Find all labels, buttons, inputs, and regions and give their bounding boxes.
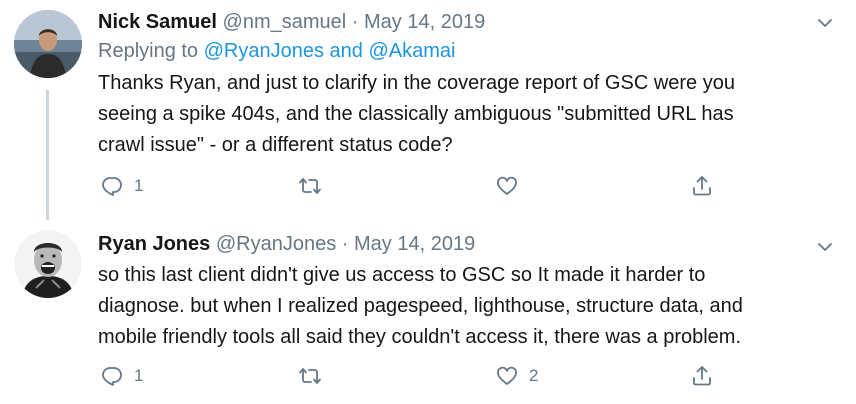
- replying-and: and: [324, 40, 369, 62]
- reply-count: 1: [134, 366, 144, 385]
- heart-icon: [497, 176, 517, 195]
- tweet-actions: 1: [98, 172, 738, 200]
- display-name[interactable]: Ryan Jones: [98, 233, 210, 255]
- tweet-header: Ryan Jones @RyanJones · May 14, 2019: [98, 230, 836, 258]
- replying-to: Replying to @RyanJones and @Akamai: [98, 36, 836, 66]
- like-count: 2: [529, 366, 539, 385]
- tweet-header: Nick Samuel @nm_samuel · May 14, 2019: [98, 8, 836, 36]
- user-handle[interactable]: @nm_samuel: [223, 11, 347, 33]
- reply-button[interactable]: 1: [100, 172, 143, 200]
- share-button[interactable]: [690, 172, 714, 200]
- tweet-date[interactable]: May 14, 2019: [354, 233, 475, 255]
- reply-icon: [102, 177, 122, 196]
- retweet-button[interactable]: [298, 172, 332, 200]
- reply-button[interactable]: 1: [100, 362, 143, 390]
- chevron-down-icon[interactable]: [816, 14, 834, 32]
- avatar[interactable]: [14, 230, 82, 298]
- tweet-date[interactable]: May 14, 2019: [364, 11, 485, 33]
- heart-icon: [497, 366, 517, 385]
- user-handle[interactable]: @RyanJones: [216, 233, 336, 255]
- header-separator: ·: [341, 233, 349, 255]
- like-button[interactable]: [495, 172, 529, 200]
- chevron-down-icon[interactable]: [816, 238, 834, 256]
- avatar[interactable]: [14, 10, 82, 78]
- thread-connector-line: [46, 90, 49, 220]
- reply-count: 1: [134, 176, 144, 195]
- share-icon: [693, 176, 711, 196]
- tweet-text: Thanks Ryan, and just to clarify in the …: [98, 72, 735, 156]
- reply-icon: [102, 367, 122, 386]
- tweet-nick-samuel[interactable]: Nick Samuel @nm_samuel · May 14, 2019 Re…: [0, 0, 856, 220]
- mention-link[interactable]: @Akamai: [368, 40, 455, 62]
- tweet-actions: 1 2: [98, 362, 738, 390]
- profile-photo-icon: [14, 230, 82, 298]
- profile-photo-icon: [14, 10, 82, 78]
- retweet-icon: [299, 178, 321, 194]
- retweet-button[interactable]: [298, 362, 332, 390]
- mention-link[interactable]: @RyanJones: [204, 40, 324, 62]
- tweet-text: so this last client didn't give us acces…: [98, 264, 743, 348]
- tweet-ryan-jones[interactable]: Ryan Jones @RyanJones · May 14, 2019 so …: [0, 218, 856, 404]
- share-button[interactable]: [690, 362, 714, 390]
- tweet-body: Ryan Jones @RyanJones · May 14, 2019 so …: [98, 230, 836, 353]
- replying-to-label: Replying to: [98, 40, 204, 62]
- display-name[interactable]: Nick Samuel: [98, 11, 217, 33]
- retweet-icon: [299, 368, 321, 384]
- share-icon: [693, 366, 711, 386]
- header-separator: ·: [351, 11, 359, 33]
- like-button[interactable]: 2: [495, 362, 538, 390]
- tweet-body: Nick Samuel @nm_samuel · May 14, 2019 Re…: [98, 8, 836, 161]
